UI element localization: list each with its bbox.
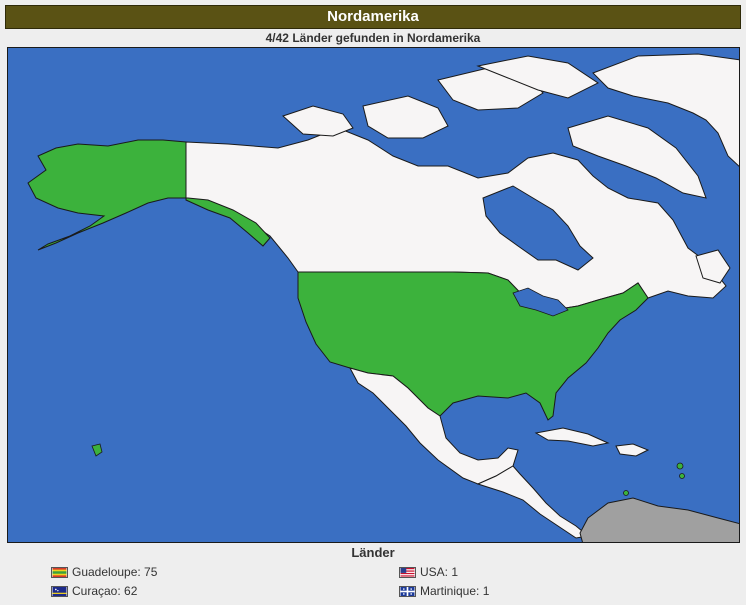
legend-label: Curaçao: 62	[72, 584, 138, 598]
found-count-status: 4/42 Länder gefunden in Nordamerika	[265, 31, 481, 45]
legend-item-guadeloupe: Guadeloupe: 75	[51, 565, 157, 579]
map-container[interactable]	[7, 47, 740, 543]
legend-label: USA: 1	[420, 565, 459, 579]
legend-title: Länder	[351, 545, 395, 560]
flag-guadeloupe-icon	[51, 566, 68, 578]
region-curacao[interactable]	[623, 490, 629, 496]
flag-usa-icon	[399, 566, 416, 578]
region-martinique[interactable]	[679, 473, 685, 479]
legend-item-martinique: Martinique: 1	[399, 584, 489, 598]
north-america-map[interactable]	[8, 48, 740, 543]
region-guadeloupe[interactable]	[676, 462, 684, 470]
legend-label: Guadeloupe: 75	[72, 565, 158, 579]
flag-curacao-icon	[51, 585, 68, 597]
legend-item-usa: USA: 1	[399, 565, 458, 579]
flag-martinique-icon	[399, 585, 416, 597]
legend-item-curacao: Curaçao: 62	[51, 584, 137, 598]
legend-label: Martinique: 1	[420, 584, 490, 598]
page-title: Nordamerika	[5, 5, 741, 29]
